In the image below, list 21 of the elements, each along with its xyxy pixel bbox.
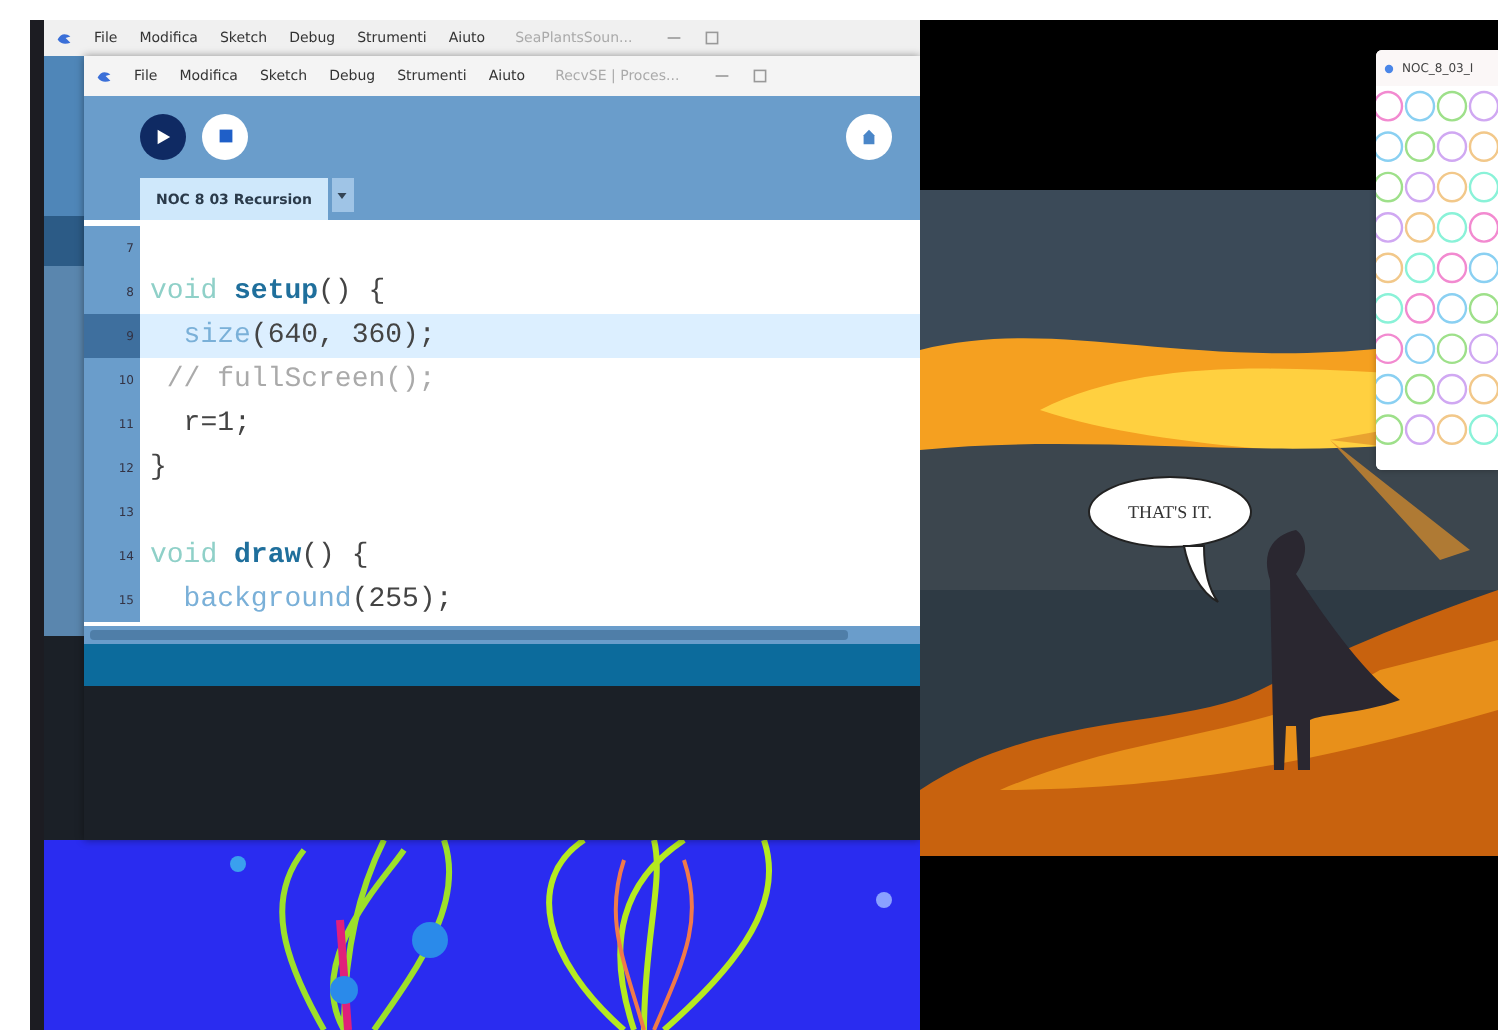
app-icon — [1384, 63, 1394, 73]
stop-icon — [217, 128, 233, 144]
home-icon — [860, 127, 878, 145]
scrollbar[interactable] — [84, 626, 920, 644]
maximize-icon[interactable] — [751, 68, 768, 84]
code-line: void setup() { — [150, 276, 386, 308]
code-line: background(255); — [181, 584, 453, 616]
code-line: r=1; — [181, 408, 251, 440]
caret-icon — [336, 189, 349, 201]
code-line: } — [150, 452, 167, 484]
tab-menu-button[interactable] — [331, 178, 354, 212]
debug-button[interactable] — [846, 113, 892, 159]
app-icon — [96, 68, 112, 84]
code-line: size(640, 360); — [181, 320, 436, 352]
stop-button[interactable] — [202, 113, 248, 159]
play-icon — [154, 127, 172, 145]
run-button[interactable] — [140, 113, 186, 159]
code-line: void draw() { — [150, 540, 369, 572]
app-icon — [56, 30, 72, 46]
code-line: // fullScreen(); — [164, 364, 436, 396]
maximize-icon[interactable] — [704, 30, 721, 46]
